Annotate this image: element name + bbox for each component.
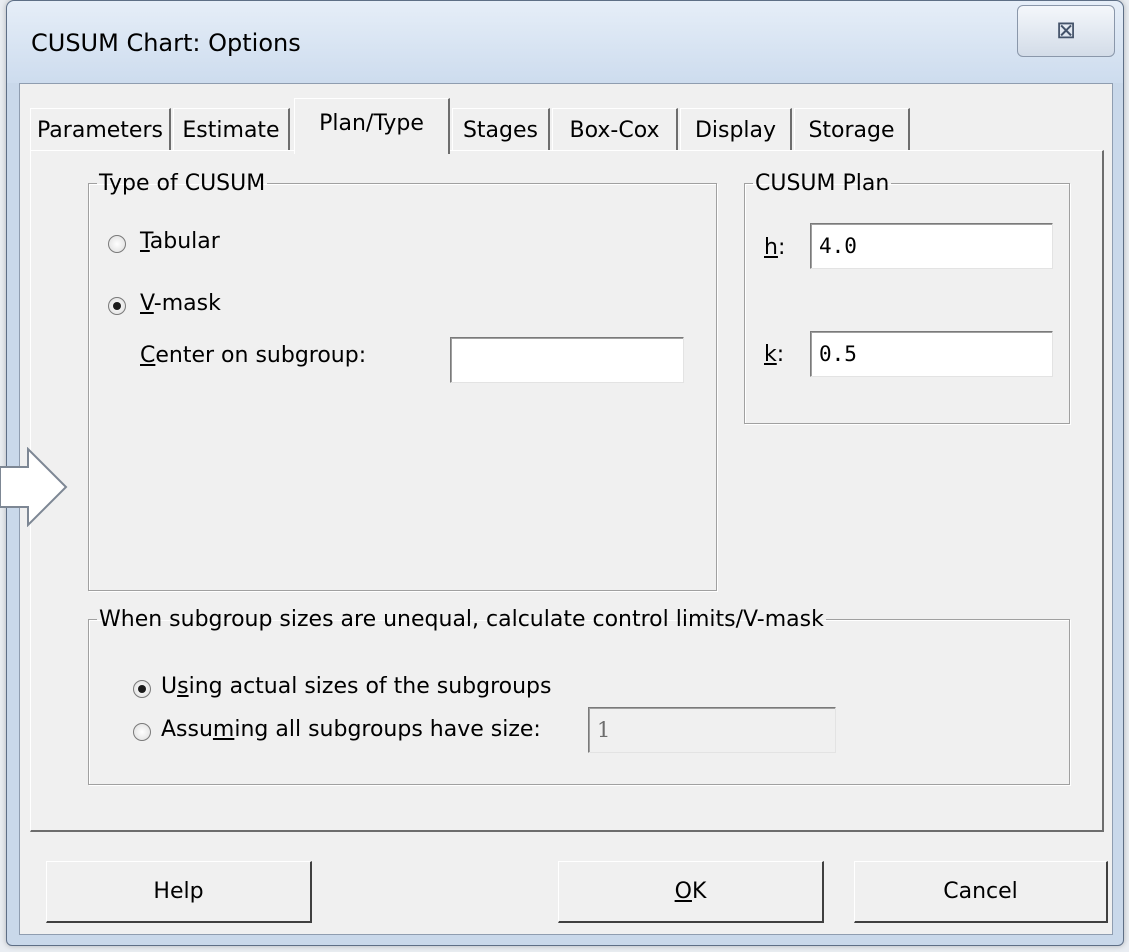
arrow-shape [0,447,68,527]
assumed-size-label[interactable]: Assuming all subgroups have size: [161,717,541,742]
tabular-radio[interactable] [108,235,126,253]
assumed-size-input: 1 [588,707,836,753]
actual-sizes-radio[interactable] [133,680,151,698]
ok-button[interactable]: OK [558,861,824,923]
close-icon: ⊠ [1055,16,1077,44]
center-on-subgroup-input[interactable] [450,337,684,383]
cancel-button[interactable]: Cancel [854,861,1108,923]
actual-sizes-label[interactable]: Using actual sizes of the subgroups [161,674,551,699]
k-label: k: [764,342,785,367]
assumed-size-radio[interactable] [133,723,151,741]
unequal-sizes-legend: When subgroup sizes are unequal, calcula… [99,607,824,632]
dialog-window: CUSUM Chart: Options ⊠ Parameters Estima… [6,0,1124,946]
h-input[interactable]: 4.0 [810,223,1053,269]
tab-display[interactable]: Display [680,108,792,152]
h-label: h: [764,235,786,260]
cusum-plan-legend: CUSUM Plan [755,171,890,196]
dialog-title: CUSUM Chart: Options [31,29,301,57]
k-input[interactable]: 0.5 [810,331,1053,377]
tabular-label[interactable]: Tabular [140,229,220,254]
tab-storage[interactable]: Storage [794,108,910,152]
cusum-plan-group: CUSUM Plan [744,171,1070,424]
title-bar[interactable]: CUSUM Chart: Options ⊠ [7,1,1123,83]
center-on-subgroup-label: Center on subgroup: [140,343,367,368]
tab-parameters[interactable]: Parameters [30,108,171,152]
v-mask-radio[interactable] [108,297,126,315]
tab-stages[interactable]: Stages [452,108,550,152]
help-button[interactable]: Help [46,861,312,923]
tab-estimate[interactable]: Estimate [173,108,290,152]
pointer-arrow-icon [0,447,68,527]
close-button[interactable]: ⊠ [1017,5,1115,57]
tab-plan-type[interactable]: Plan/Type [294,98,450,154]
dialog-client-area: Parameters Estimate Plan/Type Stages Box… [19,83,1113,935]
type-of-cusum-legend: Type of CUSUM [99,171,266,196]
tab-box-cox[interactable]: Box-Cox [552,108,678,152]
tab-panel-plan-type: Type of CUSUM Tabular V-mask Center on s… [30,150,1104,832]
v-mask-label[interactable]: V-mask [140,291,221,316]
